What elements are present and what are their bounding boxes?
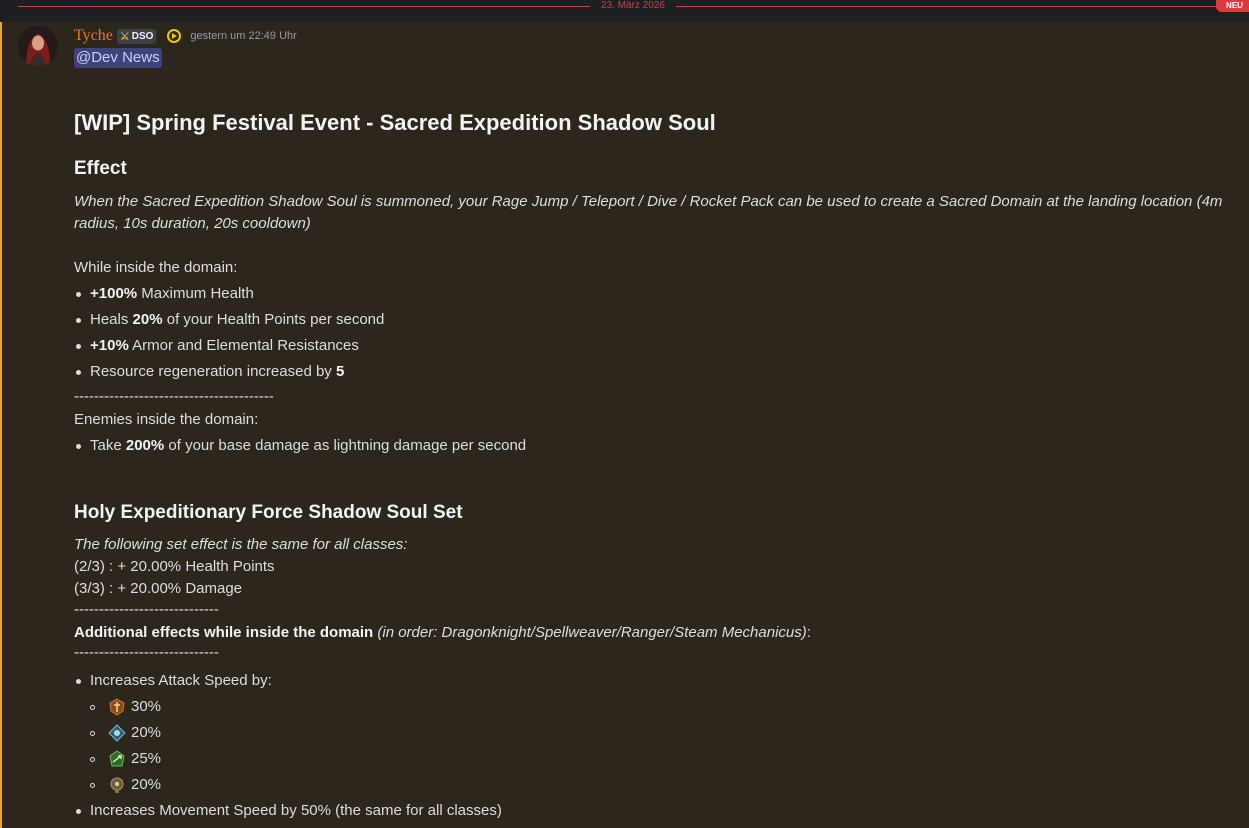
attack-speed-value: 30% <box>131 698 162 715</box>
bullet-ring <box>90 783 95 788</box>
bullet-dot <box>76 292 81 297</box>
bullet-dot <box>76 318 81 323</box>
bullet-dot <box>76 444 81 449</box>
divider-line <box>18 6 590 7</box>
enemies-label: Enemies inside the domain: <box>74 411 259 428</box>
effect-heading: Effect <box>74 158 127 179</box>
new-badge: NEU <box>1216 0 1249 12</box>
item-text: of your Health Points per second <box>162 311 385 328</box>
additional-effects-line: Additional effects while inside the doma… <box>74 622 811 644</box>
author-name[interactable]: Tyche <box>74 27 113 45</box>
bold-value: 200% <box>125 437 165 454</box>
list-item: Resource regeneration increased by 5 <box>90 361 344 383</box>
spellweaver-icon <box>108 724 126 742</box>
attack-speed-value: 25% <box>131 750 162 767</box>
separator: ----------------------------- <box>74 644 219 661</box>
list-item: +100% Maximum Health <box>90 283 254 305</box>
list-item: +10% Armor and Elemental Resistances <box>90 335 359 357</box>
highlight-stripe <box>0 22 2 828</box>
bullet-ring <box>90 757 95 762</box>
divider-date: 23. März 2026 <box>601 0 665 11</box>
set-bonus-2: (2/3) : + 20.00% Health Points <box>74 558 275 575</box>
divider-line <box>676 6 1216 7</box>
list-item: Increases Movement Speed by 50% (the sam… <box>90 802 502 819</box>
steam-mechanicus-icon <box>108 776 126 794</box>
timestamp: gestern um 22:49 Uhr <box>190 30 297 42</box>
bold-value: 20% <box>132 311 163 328</box>
bullet-ring <box>90 705 95 710</box>
item-text: : <box>806 624 811 641</box>
list-item: Increases Attack Speed by: <box>90 672 272 689</box>
bold-value: +10% <box>90 337 129 354</box>
attack-speed-value: 20% <box>131 776 162 793</box>
set-bonus-3: (3/3) : + 20.00% Damage <box>74 580 243 597</box>
sword-icon: ⚔ <box>119 30 130 43</box>
effect-description: When the Sacred Expedition Shadow Soul i… <box>74 193 1223 232</box>
set-heading: Holy Expeditionary Force Shadow Soul Set <box>74 502 463 523</box>
server-badge-icon[interactable] <box>166 28 182 44</box>
role-tag-label: DSO <box>131 30 154 42</box>
separator: ----------------------------- <box>74 601 219 618</box>
inside-label: While inside the domain: <box>74 259 238 276</box>
bold-value: +100% <box>90 285 138 302</box>
bold-value: 5 <box>335 363 345 380</box>
list-item: Heals 20% of your Health Points per seco… <box>90 309 384 331</box>
list-item: Take 200% of your base damage as lightni… <box>90 435 526 457</box>
item-text: Take <box>90 437 126 454</box>
attack-speed-value: 20% <box>131 724 162 741</box>
class-order-note: (in order: Dragonknight/Spellweaver/Rang… <box>373 624 807 641</box>
date-divider: 23. März 2026 NEU <box>0 0 1249 22</box>
bullet-dot <box>76 370 81 375</box>
bullet-dot <box>76 809 81 814</box>
separator: ---------------------------------------- <box>74 388 274 405</box>
set-note: The following set effect is the same for… <box>74 536 408 553</box>
bullet-dot <box>76 344 81 349</box>
role-mention[interactable]: @Dev News <box>74 48 162 68</box>
bullet-dot <box>76 679 81 684</box>
role-tag[interactable]: ⚔ DSO <box>116 28 157 44</box>
bold-value: Additional effects while inside the doma… <box>74 624 374 641</box>
message-header: Tyche ⚔ DSO gestern um 22:49 Uhr <box>74 27 474 45</box>
ranger-icon <box>108 750 126 768</box>
dragonknight-icon <box>108 698 126 716</box>
item-text: of your base damage as lightning damage … <box>164 437 527 454</box>
item-text: Resource regeneration increased by <box>90 363 336 380</box>
item-text: Armor and Elemental Resistances <box>128 337 359 354</box>
item-text: Maximum Health <box>137 285 254 302</box>
avatar[interactable] <box>18 26 58 66</box>
post-title: [WIP] Spring Festival Event - Sacred Exp… <box>74 110 716 135</box>
item-text: Heals <box>90 311 133 328</box>
bullet-ring <box>90 731 95 736</box>
message: Tyche ⚔ DSO gestern um 22:49 Uhr @Dev Ne… <box>0 22 1249 828</box>
